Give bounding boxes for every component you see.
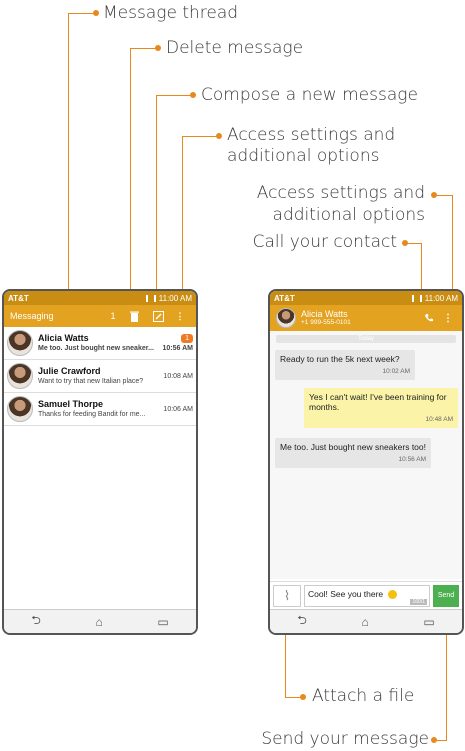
thread-time: 10:56 AM [162, 345, 193, 352]
avatar [276, 308, 296, 328]
phone-icon[interactable] [418, 313, 440, 323]
thread-snippet: Want to try that new Italian place? [38, 378, 144, 385]
paperclip-icon[interactable]: ⌇ [273, 584, 301, 607]
callout-line-settings-right-h [436, 195, 452, 196]
overflow-menu-icon[interactable]: ⋮ [440, 313, 456, 324]
callout-line-settings-left-h [182, 136, 218, 137]
message-bubble-incoming: Me too. Just bought new sneakers too! 10… [275, 438, 431, 468]
callout-line-compose-h [156, 95, 192, 96]
carrier-label: AT&T [274, 293, 295, 303]
thread-row[interactable]: Julie Crawford Want to try that new Ital… [4, 360, 196, 393]
status-bar: AT&T 11:00 AM [270, 291, 462, 305]
callout-dot [300, 694, 306, 700]
message-text: Yes I can't wait! I've been training for… [309, 392, 447, 412]
message-time: 10:48 AM [425, 416, 453, 423]
left-phone-screen: AT&T 11:00 AM Messaging 1 ⋮ Alicia Watts… [2, 289, 198, 635]
contact-number: +1 999-555-0101 [301, 319, 351, 326]
thread-name: Julie Crawford [38, 366, 101, 376]
app-title: Messaging [10, 311, 54, 321]
callout-settings-left-2: additional options [227, 146, 380, 166]
callout-settings-right-2: additional options [272, 205, 425, 225]
signal-icon [145, 294, 156, 302]
callout-dot [93, 10, 99, 16]
callout-delete-message: Delete message [166, 38, 304, 58]
callout-line-thread-h [68, 13, 94, 14]
callout-line-compose [156, 95, 157, 310]
date-divider: Today [276, 335, 456, 343]
thread-time: 10:08 AM [163, 372, 193, 380]
message-text: Ready to run the 5k next week? [280, 354, 400, 364]
message-time: 10:02 AM [382, 368, 410, 375]
clock: 11:00 AM [158, 293, 192, 303]
avatar [7, 330, 33, 356]
callout-send-message: Send your message [261, 729, 429, 749]
smiley-emoji-icon [387, 589, 397, 599]
recents-icon[interactable]: ▭ [157, 615, 168, 629]
callout-line-delete-h [130, 48, 156, 49]
callout-line-settings-left [182, 136, 183, 310]
app-bar: Messaging 1 ⋮ [4, 305, 196, 327]
avatar [7, 363, 33, 389]
thread-list: Alicia Watts Me too. Just bought new sne… [4, 327, 196, 426]
message-input-value: Cool! See you there [308, 588, 384, 599]
nav-bar: ⮌ ⌂ ▭ [4, 609, 196, 633]
right-phone-screen: AT&T 11:00 AM Alicia Watts +1 999-555-01… [268, 289, 464, 635]
callout-dot [155, 45, 161, 51]
callout-call-contact: Call your contact [252, 232, 397, 252]
signal-icon [411, 294, 422, 302]
thread-snippet: Thanks for feeding Bandit for me... [38, 411, 146, 418]
carrier-label: AT&T [8, 293, 29, 303]
callout-dot [190, 92, 196, 98]
compose-bar: ⌇ Cool! See you there 160/1 Send [270, 581, 462, 609]
callout-dot [216, 133, 222, 139]
callout-message-thread: Message thread [103, 3, 239, 23]
selected-count: 1 [110, 311, 116, 321]
recents-icon[interactable]: ▭ [423, 615, 434, 629]
thread-name: Alicia Watts [38, 333, 89, 343]
back-icon[interactable]: ⮌ [31, 611, 41, 632]
avatar [7, 396, 33, 422]
message-text: Me too. Just bought new sneakers too! [280, 442, 427, 452]
callout-line-delete [130, 48, 131, 310]
message-bubble-outgoing: Yes I can't wait! I've been training for… [304, 388, 458, 428]
status-bar: AT&T 11:00 AM [4, 291, 196, 305]
message-time: 10:56 AM [398, 456, 426, 463]
send-button[interactable]: Send [433, 584, 459, 607]
thread-snippet: Me too. Just bought new sneaker... [38, 345, 154, 352]
callout-compose: Compose a new message [201, 85, 418, 105]
trash-icon[interactable] [122, 311, 146, 322]
back-icon[interactable]: ⮌ [297, 611, 307, 632]
nav-bar: ⮌ ⌂ ▭ [270, 609, 462, 633]
thread-row[interactable]: Samuel Thorpe Thanks for feeding Bandit … [4, 393, 196, 426]
callout-settings-left-1: Access settings and [227, 125, 396, 145]
thread-row[interactable]: Alicia Watts Me too. Just bought new sne… [4, 327, 196, 360]
compose-icon[interactable] [146, 310, 170, 322]
app-bar: Alicia Watts +1 999-555-0101 ⋮ [270, 305, 462, 331]
home-icon[interactable]: ⌂ [96, 615, 103, 629]
thread-name: Samuel Thorpe [38, 399, 104, 409]
home-icon[interactable]: ⌂ [362, 615, 369, 629]
callout-settings-right-1: Access settings and [256, 183, 425, 203]
contact-name: Alicia Watts [301, 309, 348, 319]
char-counter: 160/1 [410, 598, 427, 605]
conversation-area: Today Ready to run the 5k next week? 10:… [270, 331, 462, 579]
overflow-menu-icon[interactable]: ⋮ [170, 311, 190, 322]
clock: 11:00 AM [424, 293, 458, 303]
unread-badge: 1 [181, 334, 193, 343]
callout-attach-file: Attach a file [312, 686, 415, 706]
callout-line-call-h [407, 243, 422, 244]
thread-time: 10:06 AM [163, 405, 193, 413]
message-input[interactable]: Cool! See you there 160/1 [304, 584, 430, 607]
message-bubble-incoming: Ready to run the 5k next week? 10:02 AM [275, 350, 415, 380]
